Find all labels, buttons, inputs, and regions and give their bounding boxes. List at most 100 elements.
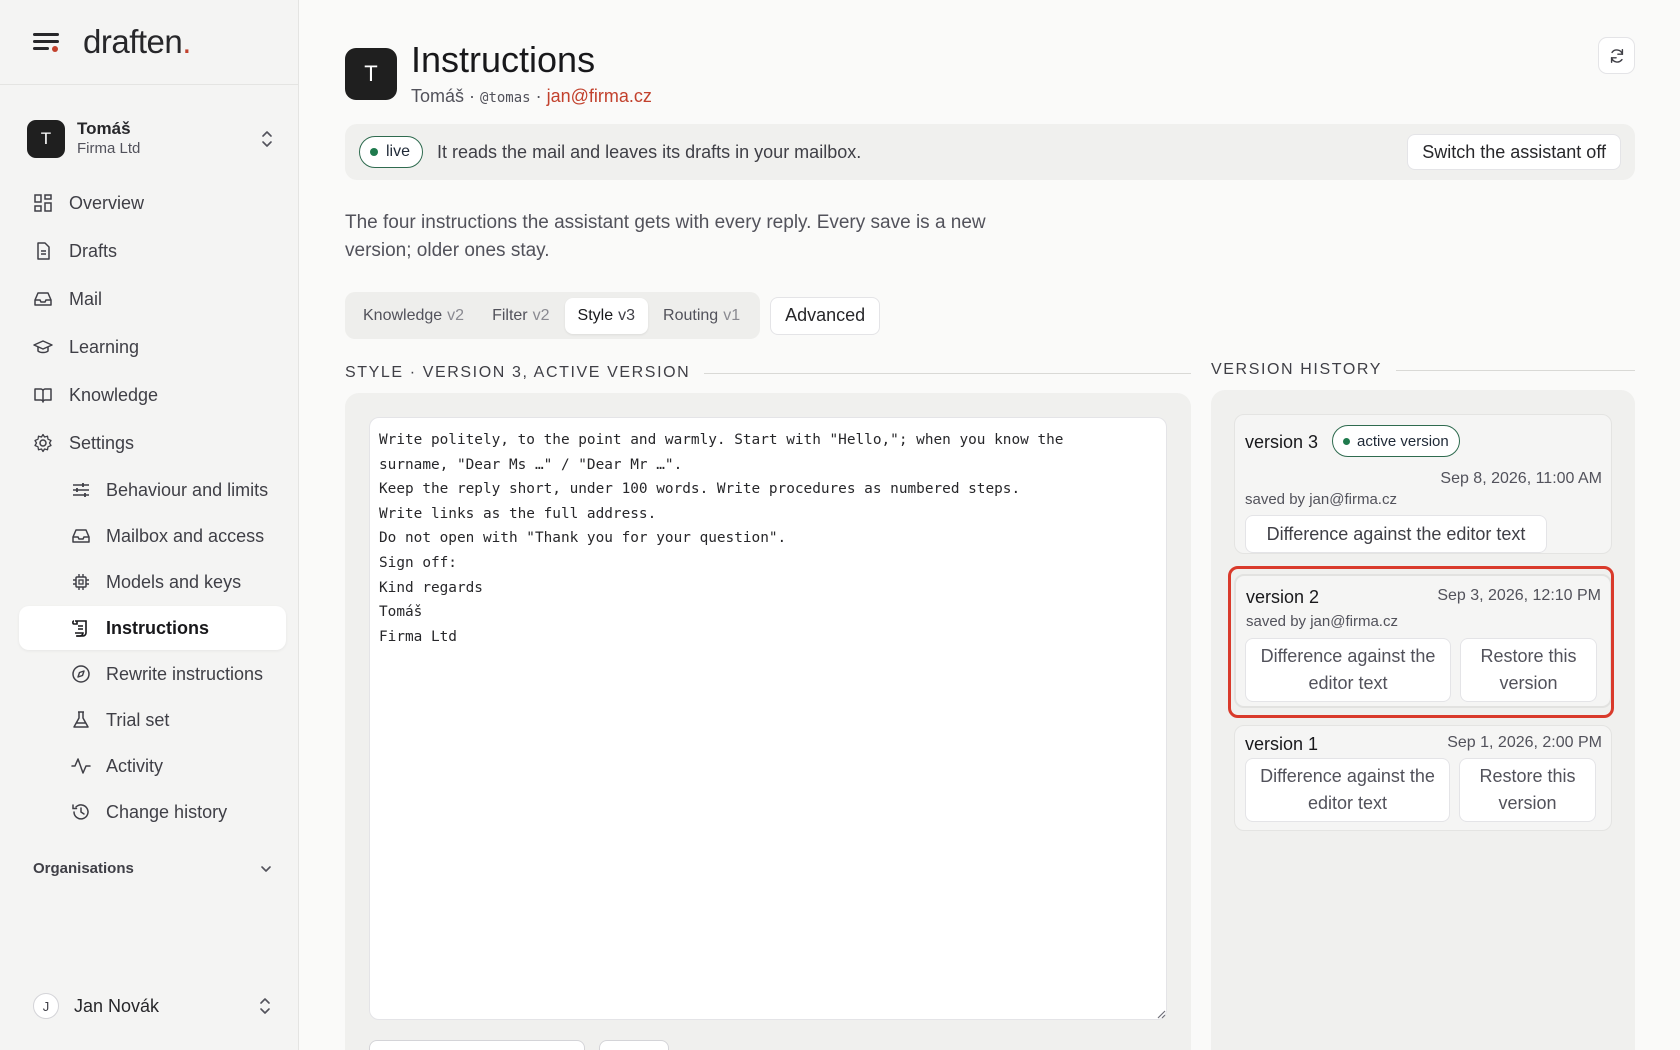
nav-item-mailbox-and-access[interactable]: Mailbox and access [19,514,286,558]
editor-panel: Write politely, to the point and warmly.… [345,393,1191,1050]
version-saved-by: saved by jan@firma.cz [1246,613,1398,630]
gear-icon [32,432,54,454]
instruction-tabs-row: Knowledge v2 Filter v2 Style v3 Routing v1 A… [345,292,881,339]
tab-knowledge[interactable]: Knowledge v2 [350,298,477,334]
version-date: Sep 3, 2026, 12:10 PM [1437,587,1601,604]
nav-item-learning[interactable]: Learning [19,324,286,370]
nav-label: Settings [69,432,135,453]
mailbox-handle: @tomas [480,90,531,106]
user-switcher[interactable]: J Jan Novák [33,993,273,1019]
user-name: Jan Novák [74,995,160,1016]
nav-item-settings[interactable]: Settings [19,420,286,466]
history-icon [70,801,92,823]
version-card: version 1 Sep 1, 2026, 2:00 PM Differenc… [1234,725,1612,831]
instruction-tabs: Knowledge v2 Filter v2 Style v3 Routing v1 [345,292,761,339]
live-badge-label: live [386,143,411,160]
switch-assistant-off-button[interactable]: Switch the assistant off [1407,134,1621,170]
main-nav: Overview Drafts Mail Learning Knowledge … [19,180,286,836]
nav-item-change-history[interactable]: Change history [19,790,286,834]
nav-label: Mail [69,288,103,309]
version-card: version 2 Sep 3, 2026, 12:10 PM saved by… [1234,574,1612,708]
page-title: Instructions [411,39,596,80]
tab-filter[interactable]: Filter v2 [479,298,562,334]
inbox-icon [32,288,54,310]
version-card: version 3 active version Sep 8, 2026, 11… [1234,414,1612,554]
refresh-button[interactable] [1598,37,1635,74]
nav-label: Behaviour and limits [106,479,269,500]
compass-icon [70,663,92,685]
menu-icon[interactable] [33,31,59,53]
nav-item-instructions[interactable]: Instructions [19,606,286,650]
separator: · [530,86,547,106]
nav-item-behaviour-and-limits[interactable]: Behaviour and limits [19,468,286,512]
inbox-icon [70,525,92,547]
intro-text: The four instructions the assistant gets… [345,212,986,261]
organisations-toggle[interactable]: Organisations [33,860,273,877]
chevron-down-icon [261,865,271,872]
grid-icon [32,192,54,214]
advanced-button[interactable]: Advanced [770,296,881,335]
document-icon [32,240,54,262]
reset-button[interactable] [599,1040,669,1050]
nav-item-models-and-keys[interactable]: Models and keys [19,560,286,604]
chevron-updown-icon [257,995,273,1017]
diff-button[interactable]: Difference against the editor text [1245,638,1451,702]
sliders-icon [70,479,92,501]
nav-label: Rewrite instructions [106,663,264,684]
nav-item-drafts[interactable]: Drafts [19,228,286,274]
tab-style[interactable]: Style v3 [564,297,649,334]
active-version-badge: active version [1332,425,1460,457]
nav-label: Mailbox and access [106,525,265,546]
editor-section-label: STYLE · VERSION 3, ACTIVE VERSION [345,364,1191,382]
book-icon [32,384,54,406]
org-company: Firma Ltd [77,140,141,157]
nav-item-activity[interactable]: Activity [19,744,286,788]
chip-icon [70,571,92,593]
nav-item-trial-set[interactable]: Trial set [19,698,286,742]
history-section-label: VERSION HISTORY [1211,361,1635,379]
org-switcher[interactable]: T Tomáš Firma Ltd [27,114,275,164]
nav-label: Overview [69,192,145,213]
resize-handle-icon[interactable] [1156,1009,1166,1019]
mailbox-email-link[interactable]: jan@firma.cz [547,86,652,106]
nav-label: Drafts [69,240,118,261]
nav-label: Activity [106,755,164,776]
save-button[interactable] [369,1040,585,1050]
version-history-panel: version 3 active version Sep 8, 2026, 11… [1211,390,1635,1050]
nav-item-rewrite-instructions[interactable]: Rewrite instructions [19,652,286,696]
user-avatar: J [33,993,59,1019]
nav-item-knowledge[interactable]: Knowledge [19,372,286,418]
brand-bar: draften. [0,0,298,85]
diff-button[interactable]: Difference against the editor text [1245,515,1547,553]
flask-icon [70,709,92,731]
tab-routing[interactable]: Routing v1 [650,298,753,334]
graduation-cap-icon [32,336,54,358]
version-title: version 3 [1245,432,1319,452]
editor-label-text: STYLE · VERSION 3, ACTIVE VERSION [345,364,691,381]
activity-icon [70,755,92,777]
brand-logo[interactable]: draften. [83,23,191,61]
version-date: Sep 8, 2026, 11:00 AM [1440,470,1602,487]
diff-button[interactable]: Difference against the editor text [1245,758,1450,822]
status-text: It reads the mail and leaves its drafts … [437,141,862,162]
nav-label: Change history [106,801,228,822]
nav-item-mail[interactable]: Mail [19,276,286,322]
restore-version-button[interactable]: Restore this version [1460,638,1597,702]
org-name: Tomáš [77,119,131,138]
version-saved-by: saved by jan@firma.cz [1245,491,1397,508]
mailbox-meta: Tomáš · @tomas · jan@firma.cz [411,86,652,107]
instruction-editor[interactable]: Write politely, to the point and warmly.… [369,417,1167,1020]
main-content: T Instructions Tomáš · @tomas · jan@firm… [345,0,1635,1050]
refresh-icon [1610,48,1623,63]
scroll-icon [70,617,92,639]
nav-label: Instructions [106,617,210,638]
nav-label: Learning [69,336,140,357]
nav-item-overview[interactable]: Overview [19,180,286,226]
restore-version-button[interactable]: Restore this version [1459,758,1596,822]
version-title: version 2 [1246,587,1320,607]
version-title: version 1 [1245,734,1319,754]
live-badge: live [359,136,424,168]
sidebar: draften. T Tomáš Firma Ltd Overview Draf… [0,0,299,1050]
version-date: Sep 1, 2026, 2:00 PM [1447,734,1602,751]
separator: · [464,86,481,106]
